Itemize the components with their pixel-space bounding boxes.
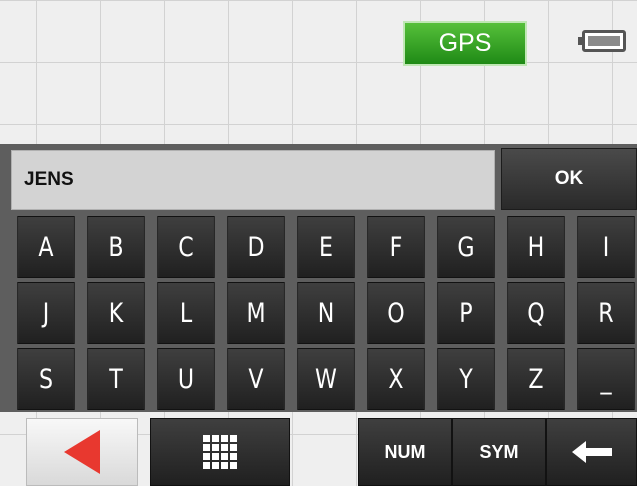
key-s[interactable]: S	[17, 348, 75, 410]
key-p[interactable]: P	[437, 282, 495, 344]
key-o[interactable]: O	[367, 282, 425, 344]
key-v[interactable]: V	[227, 348, 285, 410]
key-r[interactable]: R	[577, 282, 635, 344]
text-input-field[interactable]: JENS	[11, 150, 495, 210]
letter-keys: A B C D E F G H I J K L M N O P Q R S T U V W X Y Z _	[11, 216, 637, 410]
key-h[interactable]: H	[507, 216, 565, 278]
key-e[interactable]: E	[297, 216, 355, 278]
key-b[interactable]: B	[87, 216, 145, 278]
keypad-layout-button[interactable]	[150, 418, 290, 486]
key-d[interactable]: D	[227, 216, 285, 278]
keypad-grid-icon	[203, 435, 237, 469]
key-u[interactable]: U	[157, 348, 215, 410]
key-j[interactable]: J	[17, 282, 75, 344]
key-c[interactable]: C	[157, 216, 215, 278]
key-i[interactable]: I	[577, 216, 635, 278]
key-n[interactable]: N	[297, 282, 355, 344]
ok-button[interactable]: OK	[501, 148, 637, 210]
num-button[interactable]: NUM	[358, 418, 452, 486]
back-arrow-icon	[64, 430, 100, 474]
key-underscore[interactable]: _	[577, 348, 635, 410]
key-w[interactable]: W	[297, 348, 355, 410]
battery-icon	[578, 30, 626, 52]
keyboard-panel: JENS OK A B C D E F G H I J K L M N O P Q R S T U V W X Y Z _	[0, 144, 637, 412]
key-x[interactable]: X	[367, 348, 425, 410]
key-m[interactable]: M	[227, 282, 285, 344]
key-t[interactable]: T	[87, 348, 145, 410]
back-button[interactable]	[26, 418, 138, 486]
sym-button[interactable]: SYM	[452, 418, 546, 486]
gps-status-badge: GPS	[403, 21, 527, 66]
key-l[interactable]: L	[157, 282, 215, 344]
key-z[interactable]: Z	[507, 348, 565, 410]
key-q[interactable]: Q	[507, 282, 565, 344]
backspace-arrow-icon	[571, 441, 612, 463]
key-y[interactable]: Y	[437, 348, 495, 410]
key-a[interactable]: A	[17, 216, 75, 278]
backspace-button[interactable]	[546, 418, 637, 486]
key-g[interactable]: G	[437, 216, 495, 278]
key-k[interactable]: K	[87, 282, 145, 344]
key-f[interactable]: F	[367, 216, 425, 278]
